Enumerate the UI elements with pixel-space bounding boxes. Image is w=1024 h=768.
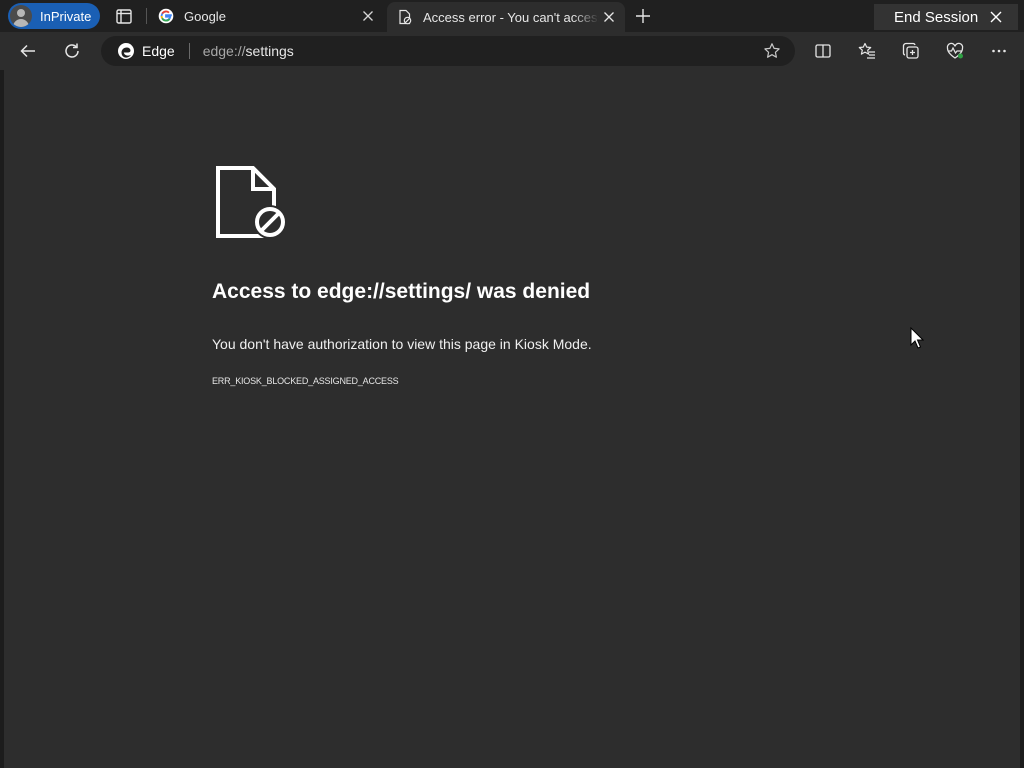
tab-title: Access error - You can't access this pag… [423,9,599,25]
tab-strip: InPrivate Google Access error - You can'… [0,0,1024,32]
split-screen-icon[interactable] [812,40,834,62]
url-text[interactable]: edge://settings [203,43,294,59]
edge-logo-icon [117,42,135,60]
close-tab-icon[interactable] [599,7,619,27]
refresh-icon[interactable] [61,40,83,62]
star-icon[interactable] [763,42,781,60]
close-tab-icon[interactable] [358,6,378,26]
tab-actions-icon[interactable] [114,6,134,26]
inprivate-label: InPrivate [40,8,92,24]
url-path: settings [245,43,294,59]
site-badge: Edge [142,43,175,59]
tab-divider [146,8,147,24]
avatar [10,5,32,27]
close-icon [988,9,1004,25]
more-icon[interactable] [988,40,1010,62]
toolbar: Edge edge://settings [0,32,1024,70]
end-session-button[interactable]: End Session [874,4,1018,30]
google-icon [158,8,174,24]
mouse-cursor-icon [910,327,924,349]
browser-essentials-icon[interactable] [944,40,966,62]
blocked-page-icon [397,9,413,25]
tab-google[interactable]: Google [148,0,384,32]
collections-icon[interactable] [900,40,922,62]
tab-title: Google [184,8,226,24]
blocked-document-icon [216,166,292,242]
address-separator [188,43,190,59]
favorites-icon[interactable] [856,40,878,62]
error-description: You don't have authorization to view thi… [212,336,592,352]
url-scheme: edge:// [202,43,246,59]
page-title: Access to edge://settings/ was denied [212,280,591,303]
error-code: ERR_KIOSK_BLOCKED_ASSIGNED_ACCESS [212,376,399,386]
end-session-label: End Session [894,8,979,26]
tab-access-error[interactable]: Access error - You can't access this pag… [387,2,625,32]
new-tab-icon[interactable] [633,6,653,26]
page-content: Access to edge://settings/ was denied Yo… [4,70,1020,768]
back-icon[interactable] [17,40,39,62]
address-bar[interactable]: Edge edge://settings [101,36,795,66]
inprivate-badge[interactable]: InPrivate [8,3,100,29]
